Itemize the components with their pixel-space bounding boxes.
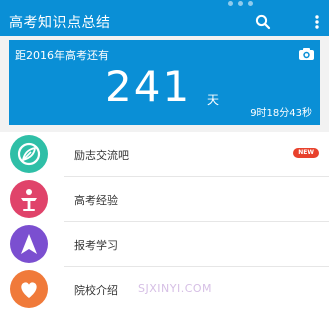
menu-item-exam-experience[interactable]: 高考经验	[0, 177, 329, 222]
new-badge: NEW	[293, 148, 319, 158]
menu-item-label: 报考学习	[74, 239, 118, 252]
search-button[interactable]	[254, 13, 272, 31]
menu-item-icon	[10, 225, 48, 263]
countdown-label: 距2016年高考还有	[15, 49, 109, 62]
exam-countdown-card: 距2016年高考还有 241 天 9时18分43秒	[9, 40, 320, 125]
menu-item-label: 高考经验	[74, 194, 118, 207]
camera-button[interactable]	[298, 46, 315, 60]
compass-arrow-icon	[21, 234, 37, 254]
countdown-days: 241	[105, 62, 192, 111]
countdown-remaining-time: 9时18分43秒	[250, 108, 312, 119]
wifi-icon	[238, 1, 243, 6]
more-vertical-icon	[315, 15, 319, 29]
menu-item-icon	[10, 135, 48, 173]
menu-item-inspiration-forum[interactable]: 励志交流吧 NEW	[0, 132, 329, 177]
more-options-button[interactable]	[312, 13, 322, 31]
camera-icon	[299, 48, 314, 60]
podium-icon	[21, 189, 37, 211]
menu-item-label: 励志交流吧	[74, 149, 129, 162]
menu-item-icon	[10, 180, 48, 218]
status-bar	[0, 0, 329, 7]
countdown-days-unit: 天	[207, 93, 220, 107]
app-title: 高考知识点总结	[9, 15, 111, 31]
battery-icon	[248, 1, 253, 6]
menu-item-application-study[interactable]: 报考学习	[0, 222, 329, 267]
chat-leaf-icon	[17, 142, 41, 166]
heart-icon	[21, 282, 37, 298]
app-screen: 高考知识点总结 距2016年高考还有 241 天 9时18分43秒 励志交流吧 …	[0, 0, 329, 310]
app-bar: 高考知识点总结	[0, 7, 329, 36]
signal-icon	[228, 1, 233, 6]
menu-item-icon	[10, 270, 48, 308]
search-icon	[255, 14, 271, 30]
menu-item-label: 院校介绍	[74, 284, 118, 297]
watermark: SJXINYI.COM	[138, 282, 213, 295]
